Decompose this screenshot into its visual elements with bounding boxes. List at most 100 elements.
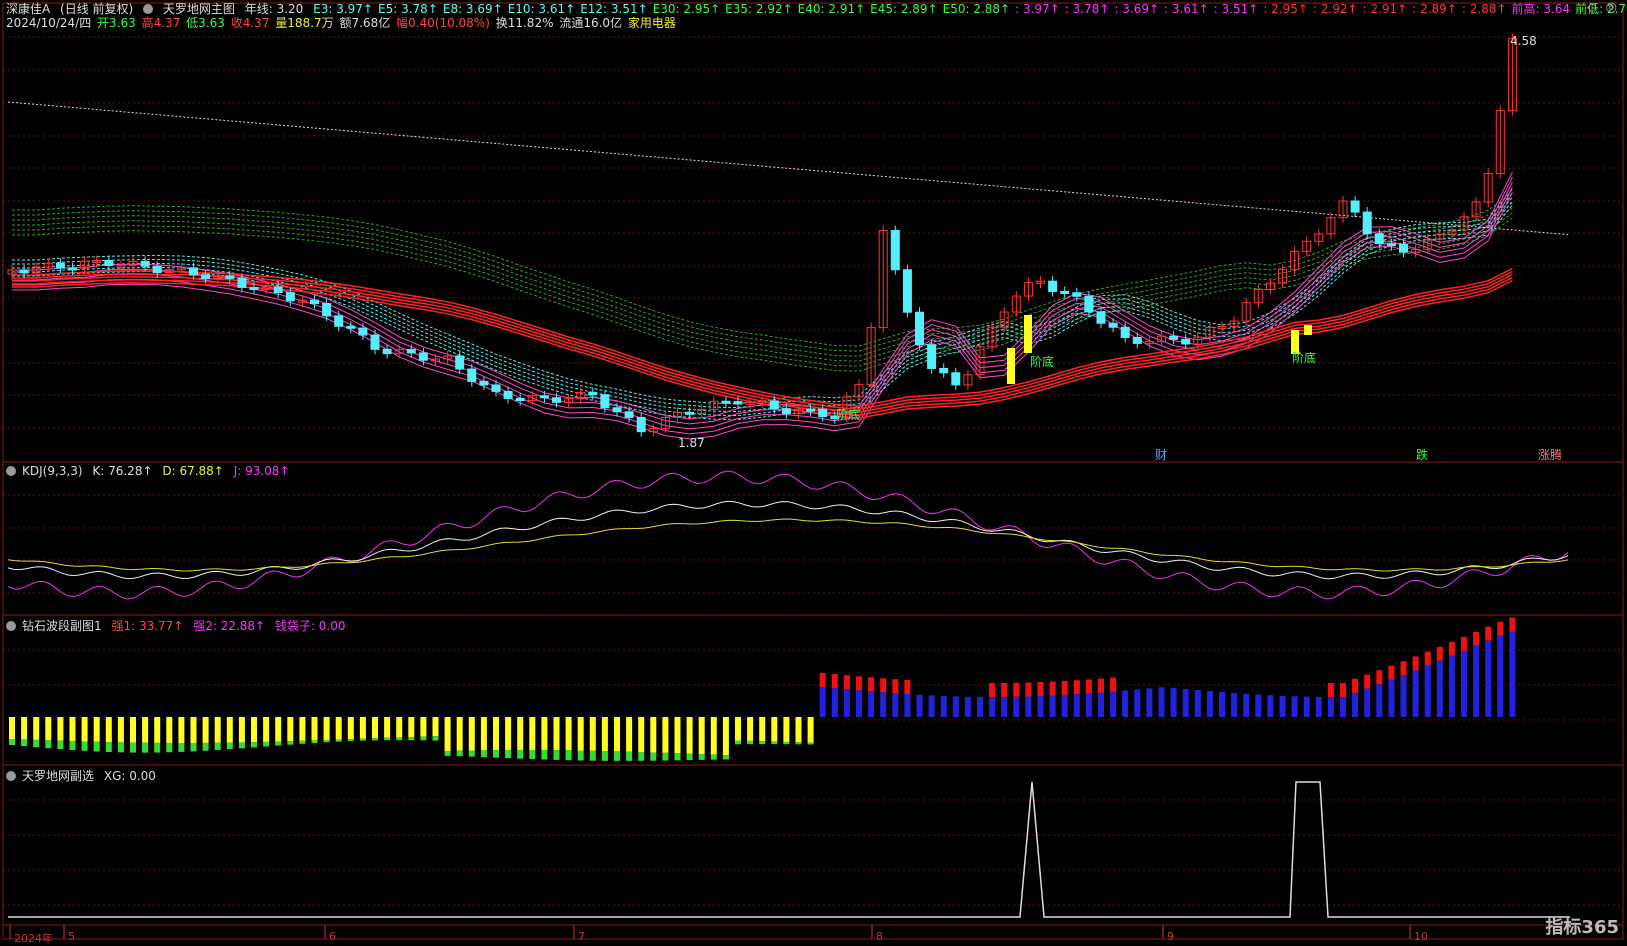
diamond-bar-blue: [1037, 696, 1044, 717]
candle-body: [769, 400, 779, 410]
quote-turnover: 换11.82%: [495, 16, 554, 30]
candle-body: [1072, 292, 1082, 297]
candle-body: [818, 408, 828, 418]
candle-body: [503, 390, 513, 399]
diamond-bar-red: [1461, 636, 1467, 651]
diamond-bar-blue: [831, 688, 838, 717]
event-zhangteng[interactable]: 涨腾: [1538, 446, 1562, 463]
diamond-bar-green: [795, 742, 802, 745]
diamond-bar-green: [456, 750, 463, 757]
diamond-bar-green: [771, 741, 778, 745]
ema-value-1: E5: 3.78↑: [378, 2, 438, 16]
close-icon[interactable]: ◎: [1606, 0, 1617, 15]
diamond-bar-red: [1340, 682, 1346, 697]
diamond-bar-yellow: [178, 717, 185, 743]
diamond-bar-yellow: [577, 717, 584, 751]
candle-body: [334, 315, 344, 327]
diamond-bar-yellow: [214, 717, 221, 743]
diamond-bar-yellow: [396, 717, 403, 738]
kdj-settings-icon[interactable]: [6, 466, 16, 476]
indicator-name[interactable]: 天罗地网主图: [163, 2, 235, 16]
diamond-bar-yellow: [81, 717, 88, 742]
diamond-title[interactable]: 钻石波段副图1: [22, 619, 102, 633]
diamond-bar-green: [614, 751, 620, 761]
diamond-bar-yellow: [735, 717, 741, 741]
candle-body: [418, 352, 428, 361]
diamond-bar-yellow: [444, 717, 451, 751]
x-label-3: 7: [578, 930, 585, 943]
select-settings-icon[interactable]: [6, 771, 16, 781]
ema-value-9: E50: 2.88↑: [942, 2, 1011, 16]
diamond-bar-green: [722, 755, 729, 760]
event-cai[interactable]: 财: [1155, 446, 1167, 463]
diamond-bar-green: [759, 741, 766, 745]
stock-name[interactable]: 深康佳A: [6, 2, 50, 16]
diamond-bar-yellow: [710, 717, 717, 755]
diamond-bar-blue: [1352, 692, 1359, 717]
diamond-bar-yellow: [601, 717, 608, 752]
diamond-bar-green: [166, 742, 173, 753]
diamond-bar-yellow: [238, 717, 245, 743]
diamond-bar-blue: [1073, 694, 1080, 717]
diamond-bar-blue: [1194, 689, 1201, 717]
diamond-bar-red: [1037, 682, 1044, 697]
diamond-bar-green: [444, 750, 451, 756]
main-header: 深康佳A (日线 前复权) 天罗地网主图 年线: 3.20 E3: 3.97↑ E…: [6, 2, 1627, 16]
diamond-bar-green: [251, 742, 257, 748]
candle-body: [467, 368, 477, 382]
candle-body: [382, 348, 392, 355]
candle-body: [285, 292, 295, 302]
pin-icon[interactable]: ◇: [1587, 0, 1597, 15]
diamond-settings-icon[interactable]: [6, 621, 16, 631]
candle-body: [552, 397, 561, 403]
diamond-bar-red: [1110, 677, 1117, 692]
ema-value-10: : 3.97↑: [1015, 2, 1060, 16]
settings-icon[interactable]: [143, 4, 154, 14]
diamond-bar-blue: [1340, 696, 1346, 717]
event-die[interactable]: 跌: [1416, 446, 1428, 463]
diamond-bar-green: [81, 741, 88, 751]
diamond-bar-green: [698, 754, 705, 760]
diamond-bar-red: [856, 676, 862, 691]
period[interactable]: (日线 前复权): [60, 2, 133, 16]
diamond-bar-green: [9, 739, 15, 745]
diamond-bar-green: [468, 750, 475, 757]
diamond-bar-green: [323, 740, 330, 743]
diamond-bar-blue: [892, 693, 899, 717]
kdj-j: J: 93.08↑: [233, 464, 290, 478]
diamond-bar-green: [662, 752, 669, 761]
diamond-bar-blue: [1364, 688, 1371, 717]
candle-body: [781, 408, 791, 415]
diamond-bar-yellow: [323, 717, 330, 741]
label-jiedi-2: 阶底: [1030, 355, 1055, 369]
ema-value-21: 前低: 2.79: [1575, 2, 1627, 16]
ma-cyan-line: [12, 188, 1513, 405]
select-title[interactable]: 天罗地网副选: [22, 769, 94, 783]
diamond-bar-green: [45, 740, 52, 749]
diamond-bar-red: [1073, 680, 1080, 695]
diamond-bar-yellow: [45, 717, 52, 741]
candle-body: [890, 229, 900, 271]
diamond-bar-red: [1085, 679, 1092, 694]
brand-logo: 指标365: [1545, 917, 1619, 938]
kdj-title[interactable]: KDJ(9,3,3): [22, 464, 83, 478]
kdj-title-row: KDJ(9,3,3) K: 76.28↑ D: 67.88↑ J: 93.08↑: [6, 464, 296, 478]
diamond-title-row: 钻石波段副图1 强1: 33.77↑ 强2: 22.88↑ 钱袋子: 0.00: [6, 617, 352, 634]
diamond-bar-yellow: [130, 717, 136, 743]
diamond-bar-yellow: [783, 717, 790, 742]
diamond-bar-blue: [1424, 665, 1431, 717]
diamond-bar-yellow: [263, 717, 270, 742]
diamond-bar-green: [807, 742, 814, 745]
kdj-d: D: 67.88↑: [162, 464, 224, 478]
quote-sector[interactable]: 家用电器: [628, 16, 676, 30]
candle-body: [479, 380, 489, 386]
diamond-bar-red: [1412, 656, 1419, 671]
diamond-bar-blue: [1134, 689, 1141, 717]
diamond-bar-blue: [1025, 696, 1032, 717]
diamond-bar-red: [1098, 678, 1104, 693]
diamond-bar-blue: [819, 687, 826, 717]
ema-value-0: E3: 3.97↑: [313, 2, 373, 16]
diamond-bar-green: [601, 751, 608, 761]
candle-body: [189, 267, 198, 276]
diamond-bar-yellow: [154, 717, 161, 743]
